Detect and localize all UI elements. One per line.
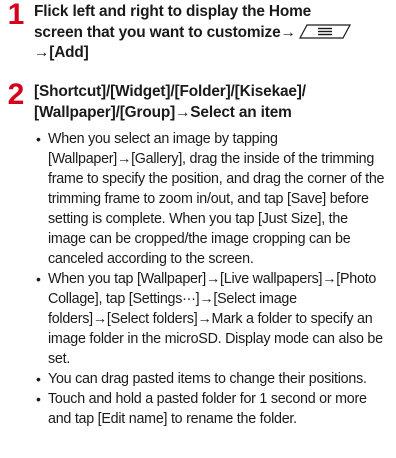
menu-key-shape [298,23,351,39]
step-2-text: [Shortcut]/[Widget]/[Folder]/[Kisekae]/ … [34,82,390,123]
step-1-line: screen that you want to customize→ [34,23,390,44]
step-2-line: [Shortcut]/[Widget]/[Folder]/[Kisekae]/ [34,83,306,100]
step-1-text: Flick left and right to display the Home… [34,2,390,64]
note-text: You can drag pasted items to change thei… [48,371,367,387]
bullet-icon: • [36,271,41,287]
step-number: 2 [7,78,25,111]
step-2-line: [Wallpaper]/[Group]→Select an item [34,103,292,121]
note-text: When you select an image by tapping [Wal… [48,131,385,267]
note-item: • Touch and hold a pasted folder for 1 se… [36,389,388,429]
menu-key-icon [298,23,351,39]
note-text: When you tap [Wallpaper]→[Live wallpaper… [48,271,383,367]
step-2: 2 [Shortcut]/[Widget]/[Folder]/[Kisekae]… [0,78,396,123]
bullet-icon: • [36,391,41,407]
step-1-line: →[Add] [34,44,89,61]
bullet-icon: • [36,371,41,387]
step-number: 1 [7,0,25,31]
step-1-line: Flick left and right to display the Home [34,3,312,20]
note-item: • When you tap [Wallpaper]→[Live wallpape… [36,269,388,369]
note-text: Touch and hold a pasted folder for 1 sec… [48,391,367,427]
note-list: • When you select an image by tapping [Wa… [0,129,396,429]
note-item: • You can drag pasted items to change the… [36,369,388,389]
step-1-line-text: screen that you want to customize→ [34,23,296,41]
manual-page: 1 Flick left and right to display the Ho… [0,0,396,458]
bullet-icon: • [36,131,41,147]
step-1: 1 Flick left and right to display the Ho… [0,0,396,68]
note-item: • When you select an image by tapping [Wa… [36,129,388,269]
